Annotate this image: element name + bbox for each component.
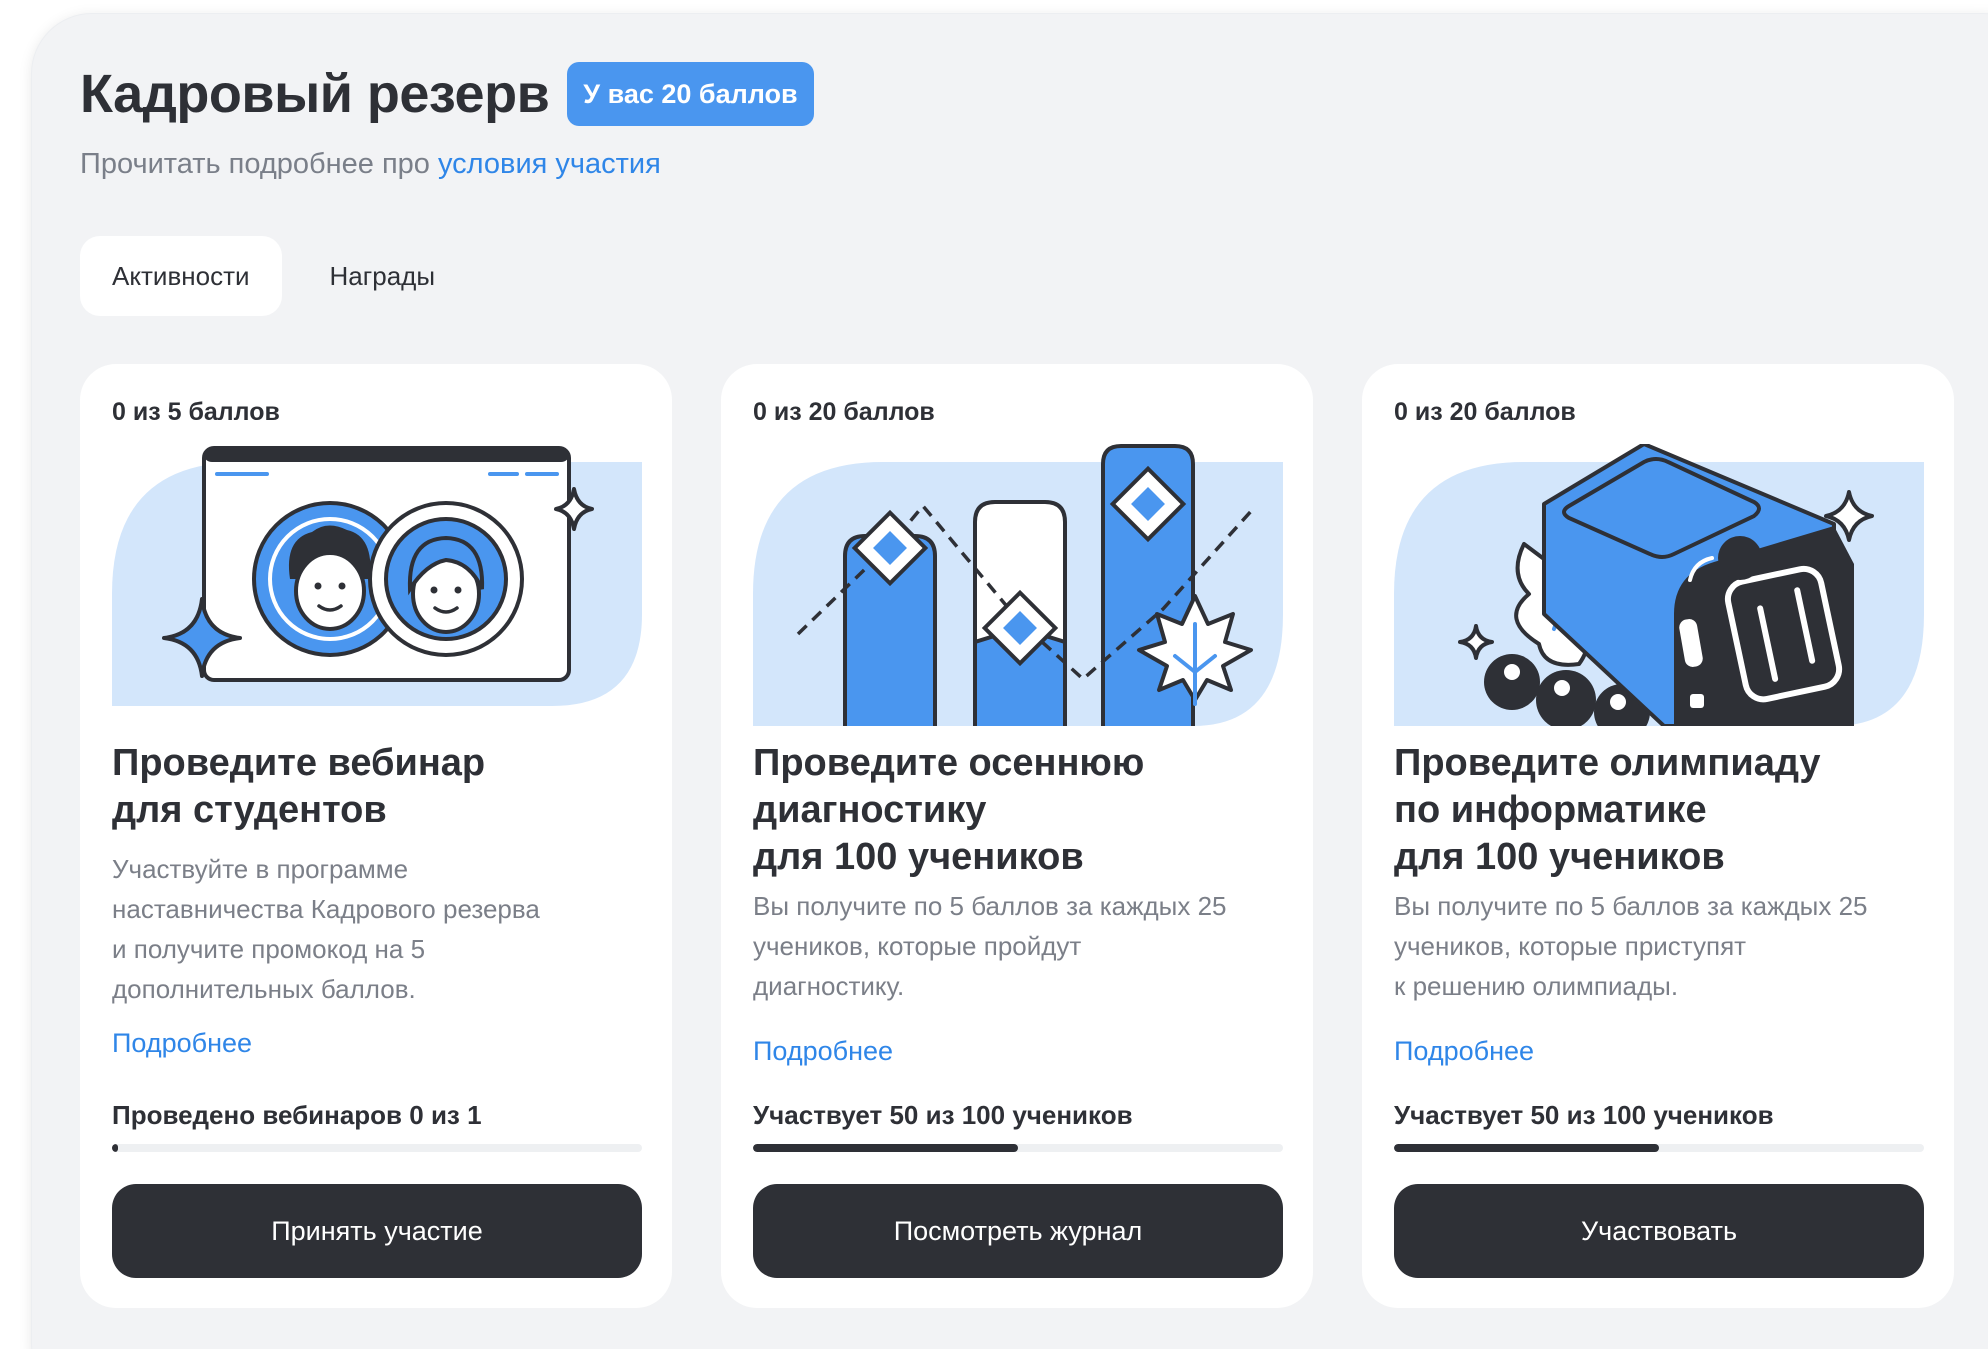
view-journal-button[interactable]: Посмотреть журнал xyxy=(753,1184,1283,1278)
progress-bar xyxy=(1394,1144,1924,1152)
tab-activities[interactable]: Активности xyxy=(80,236,282,316)
progress-bar xyxy=(112,1144,642,1152)
card-title: Проведите вебинар для студентов xyxy=(112,742,486,831)
participate-button[interactable]: Принять участие xyxy=(112,1184,642,1278)
progress-fill xyxy=(753,1144,1018,1152)
card-title: Проведите осеннюю диагностику для 100 уч… xyxy=(753,742,1145,878)
progress-fill xyxy=(1394,1144,1659,1152)
subtitle-text: Прочитать подробнее про xyxy=(80,148,438,180)
card-score: 0 из 20 баллов xyxy=(1394,398,1576,426)
details-link[interactable]: Подробнее xyxy=(753,1036,893,1067)
progress-bar xyxy=(753,1144,1283,1152)
rocket-laptop-illustration xyxy=(1394,444,1924,726)
tab-rewards[interactable]: Награды xyxy=(298,236,468,316)
activity-card-olympiad: 0 из 20 баллов Проведите олимпиаду по ин… xyxy=(1362,364,1954,1308)
card-description: Вы получите по 5 баллов за каждых 25 уче… xyxy=(753,891,1227,1001)
points-badge: У вас 20 баллов xyxy=(567,62,814,126)
card-title: Проведите олимпиаду по информатике для 1… xyxy=(1394,742,1821,878)
activity-card-diagnostics: 0 из 20 баллов Проведите осеннюю диагнос… xyxy=(721,364,1313,1308)
progress-label: Участвует 50 из 100 учеников xyxy=(753,1100,1133,1130)
page-header: Кадровый резерв У вас 20 баллов xyxy=(80,62,814,126)
activity-card-webinar: 0 из 5 баллов Проведите вебинар для студ… xyxy=(80,364,672,1308)
details-link[interactable]: Подробнее xyxy=(112,1028,252,1059)
webinar-illustration xyxy=(112,446,642,706)
card-score: 0 из 5 баллов xyxy=(112,398,280,426)
diagnostics-chart-illustration xyxy=(753,444,1283,726)
details-link[interactable]: Подробнее xyxy=(1394,1036,1534,1067)
participate-olympiad-button[interactable]: Участвовать xyxy=(1394,1184,1924,1278)
progress-label: Участвует 50 из 100 учеников xyxy=(1394,1100,1774,1130)
terms-link[interactable]: условия участия xyxy=(438,148,661,180)
progress-label: Проведено вебинаров 0 из 1 xyxy=(112,1100,482,1130)
progress-fill xyxy=(112,1144,119,1152)
page-subtitle: Прочитать подробнее про условия участия xyxy=(80,148,661,181)
card-score: 0 из 20 баллов xyxy=(753,398,935,426)
tabs: Активности Награды xyxy=(80,236,467,316)
page-title: Кадровый резерв xyxy=(80,64,550,124)
card-description: Вы получите по 5 баллов за каждых 25 уче… xyxy=(1394,891,1868,1001)
card-description: Участвуйте в программе наставничества Ка… xyxy=(112,854,540,1004)
